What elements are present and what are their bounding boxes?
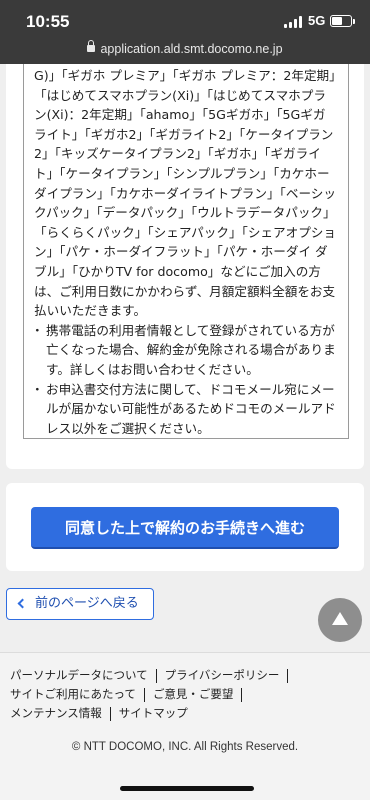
- battery-cap: [353, 19, 355, 24]
- footer: パーソナルデータについて プライバシーポリシー サイトご利用にあたって ご意見・ご要…: [0, 652, 370, 800]
- divider: [287, 668, 289, 683]
- proceed-cancellation-button[interactable]: 同意した上で解約のお手続きへ進む: [31, 507, 339, 549]
- footer-link-sitemap[interactable]: サイトマップ: [119, 705, 196, 721]
- divider: [241, 687, 243, 702]
- status-bar: 10:55 5G: [0, 0, 370, 42]
- footer-link-site-usage[interactable]: サイトご利用にあたって: [10, 686, 144, 702]
- url-text: application.ald.smt.docomo.ne.jp: [100, 42, 283, 56]
- network-label: 5G: [308, 13, 326, 28]
- scroll-top-button[interactable]: [318, 598, 362, 642]
- home-indicator[interactable]: [120, 786, 254, 791]
- back-button-label: 前のページへ戻る: [35, 596, 139, 611]
- lock-icon: [87, 40, 96, 52]
- signal-icon: [284, 16, 304, 28]
- terms-box[interactable]: G)」「ギガホ プレミア」「ギガホ プレミア：2年定期」「はじめてスマホプラン(…: [23, 64, 349, 439]
- battery-icon: [330, 15, 352, 27]
- url-bar[interactable]: application.ald.smt.docomo.ne.jp: [0, 40, 370, 64]
- back-button[interactable]: 前のページへ戻る: [6, 588, 154, 620]
- divider: [109, 706, 111, 721]
- footer-link-personal-data[interactable]: パーソナルデータについて: [10, 667, 156, 683]
- arrow-up-icon: [332, 612, 348, 625]
- footer-row: サイトご利用にあたって ご意見・ご要望: [10, 686, 250, 702]
- copyright: © NTT DOCOMO, INC. All Rights Reserved.: [71, 741, 299, 753]
- terms-bullets: 携帯電話の利用者情報として登録がされている方が亡くなった場合、解約金が免除される…: [24, 321, 348, 439]
- footer-link-maintenance[interactable]: メンテナンス情報: [10, 705, 110, 721]
- battery-level: [332, 17, 343, 25]
- list-item: 携帯電話の利用者情報として登録がされている方が亡くなった場合、解約金が免除される…: [31, 321, 338, 380]
- divider: [143, 687, 145, 702]
- list-item: お申込書交付方法に関して、ドコモメール宛にメールが届かない可能性があるためドコモ…: [31, 380, 338, 439]
- status-time: 10:55: [26, 12, 70, 31]
- chevron-left-icon: [17, 598, 28, 609]
- divider: [155, 668, 157, 683]
- proceed-section: 同意した上で解約のお手続きへ進む: [6, 483, 364, 571]
- terms-paragraph: G)」「ギガホ プレミア」「ギガホ プレミア：2年定期」「はじめてスマホプラン(…: [34, 68, 336, 319]
- footer-row: メンテナンス情報 サイトマップ: [10, 705, 196, 721]
- footer-link-feedback[interactable]: ご意見・ご要望: [153, 686, 242, 702]
- footer-row: パーソナルデータについて プライバシーポリシー: [10, 667, 296, 683]
- terms-card: G)」「ギガホ プレミア」「ギガホ プレミア：2年定期」「はじめてスマホプラン(…: [6, 64, 364, 469]
- footer-link-privacy[interactable]: プライバシーポリシー: [165, 667, 288, 683]
